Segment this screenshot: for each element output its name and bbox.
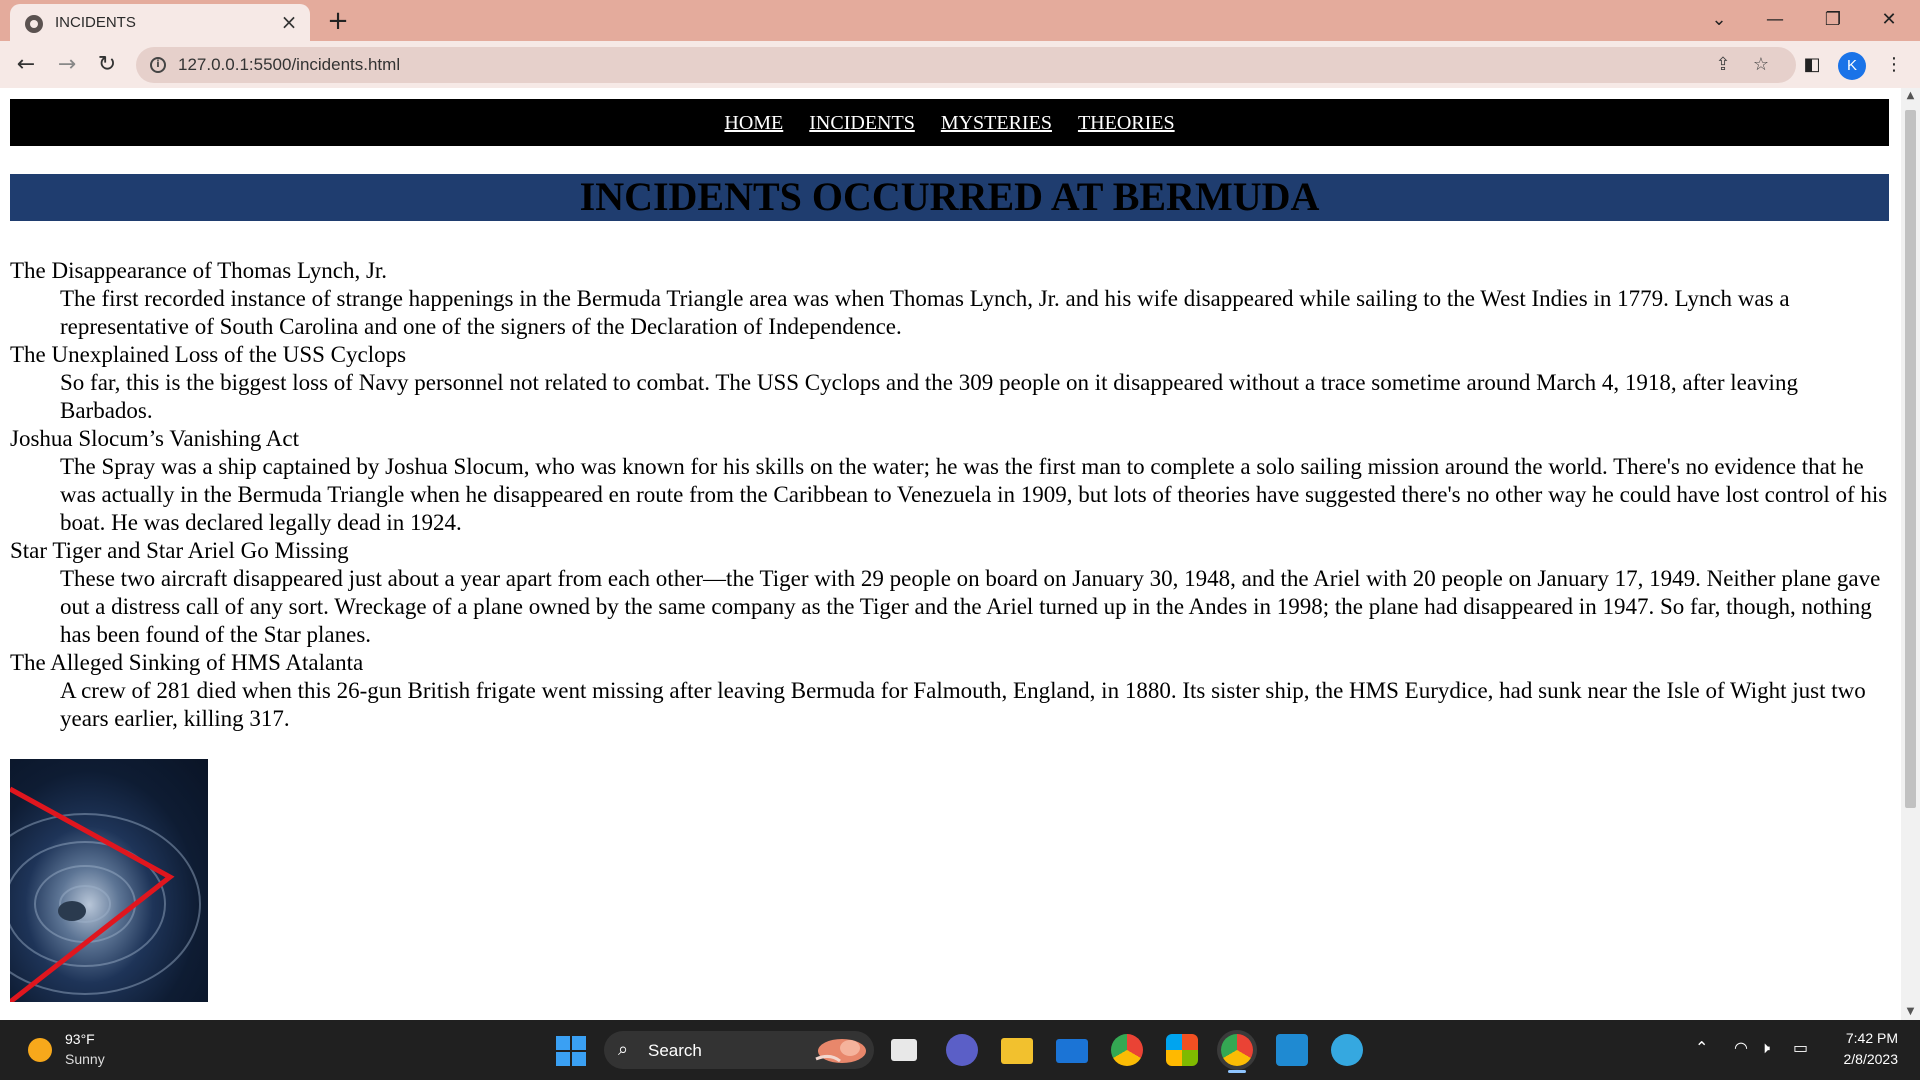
new-tab-button[interactable]: + <box>323 6 353 36</box>
forward-button[interactable]: → <box>51 49 83 81</box>
mail-icon[interactable] <box>1056 1039 1088 1063</box>
active-app-indicator <box>1228 1070 1246 1073</box>
search-highlight-icon <box>815 1039 866 1063</box>
incident-list: The Disappearance of Thomas Lynch, Jr. T… <box>10 257 1889 733</box>
share-icon[interactable]: ⇪ <box>1712 54 1734 76</box>
incident-description: These two aircraft disappeared just abou… <box>60 566 1881 647</box>
browser-tab-incidents[interactable]: INCIDENTS × <box>10 4 310 41</box>
teams-chat-icon[interactable] <box>946 1034 978 1066</box>
wifi-icon[interactable]: ◠ <box>1734 1038 1748 1057</box>
show-hidden-icons-icon[interactable]: ⌃ <box>1695 1038 1708 1057</box>
incident-description: The Spray was a ship captained by Joshua… <box>60 454 1888 535</box>
page-viewport: HOME INCIDENTS MYSTERIES THEORIES INCIDE… <box>0 88 1901 1020</box>
profile-avatar[interactable]: K <box>1838 52 1866 80</box>
side-panel-icon[interactable]: ◧ <box>1800 53 1824 77</box>
vscode-icon[interactable] <box>1276 1034 1308 1066</box>
tab-title: INCIDENTS <box>55 14 136 31</box>
nav-link-incidents[interactable]: INCIDENTS <box>809 112 915 134</box>
minimize-button[interactable]: — <box>1752 4 1798 36</box>
tab-strip: INCIDENTS × + ⌄ — ❐ ✕ <box>0 0 1920 41</box>
incident-description: The first recorded instance of strange h… <box>60 286 1790 339</box>
search-icon: ⌕ <box>618 1039 629 1060</box>
chrome-icon[interactable] <box>1111 1034 1143 1066</box>
incident-title: Star Tiger and Star Ariel Go Missing <box>10 538 349 563</box>
browser-menu-icon[interactable]: ⋮ <box>1882 53 1906 77</box>
scroll-thumb[interactable] <box>1905 110 1916 808</box>
nav-link-mysteries[interactable]: MYSTERIES <box>941 112 1052 134</box>
weather-description: Sunny <box>65 1051 105 1067</box>
heading-banner: INCIDENTS OCCURRED AT BERMUDA <box>10 174 1889 221</box>
paint-icon[interactable] <box>1331 1034 1363 1066</box>
address-bar[interactable]: i 127.0.0.1:5500/incidents.html ⇪ ☆ <box>136 47 1796 83</box>
sun-icon <box>28 1038 52 1062</box>
bookmark-star-icon[interactable]: ☆ <box>1750 54 1772 76</box>
windows-start-icon[interactable] <box>556 1036 586 1066</box>
battery-icon[interactable]: ▭ <box>1793 1038 1808 1057</box>
task-view-icon[interactable] <box>891 1039 917 1061</box>
reload-button[interactable]: ↻ <box>91 49 123 81</box>
clock-time[interactable]: 7:42 PM <box>1838 1030 1898 1046</box>
volume-muted-icon[interactable]: 🕨 <box>1760 1038 1770 1058</box>
restore-button[interactable]: ❐ <box>1810 4 1856 36</box>
clock-date[interactable]: 2/8/2023 <box>1828 1051 1899 1067</box>
close-tab-icon[interactable]: × <box>278 11 300 33</box>
search-label: Search <box>648 1041 702 1060</box>
scroll-up-arrow-icon[interactable]: ▲ <box>1901 88 1920 104</box>
incident-description: So far, this is the biggest loss of Navy… <box>60 370 1798 423</box>
back-button[interactable]: ← <box>10 49 42 81</box>
site-nav: HOME INCIDENTS MYSTERIES THEORIES <box>10 99 1889 146</box>
bermuda-triangle-whirlpool-image <box>10 759 208 1002</box>
taskbar-search[interactable]: ⌕ Search <box>604 1031 874 1069</box>
page-scrollbar[interactable]: ▲ ▼ <box>1901 88 1920 1020</box>
incident-title: The Disappearance of Thomas Lynch, Jr. <box>10 258 388 283</box>
globe-icon <box>25 15 43 33</box>
file-explorer-icon[interactable] <box>1001 1038 1033 1064</box>
incident-title: Joshua Slocum’s Vanishing Act <box>10 426 300 451</box>
incident-title: The Alleged Sinking of HMS Atalanta <box>10 650 364 675</box>
microsoft-store-icon[interactable] <box>1166 1034 1198 1066</box>
weather-temperature: 93°F <box>65 1031 95 1047</box>
nav-link-home[interactable]: HOME <box>724 112 783 134</box>
scroll-down-arrow-icon[interactable]: ▼ <box>1901 1004 1920 1020</box>
window-close-button[interactable]: ✕ <box>1866 4 1912 36</box>
windows-taskbar: 93°F Sunny ⌕ Search ⌃ ◠ 🕨 ▭ 7:42 PM 2/8/… <box>0 1020 1920 1080</box>
nav-link-theories[interactable]: THEORIES <box>1078 112 1175 134</box>
chrome-profile-icon[interactable] <box>1221 1034 1253 1066</box>
page-title: INCIDENTS OCCURRED AT BERMUDA <box>579 174 1320 219</box>
url-text[interactable]: 127.0.0.1:5500/incidents.html <box>178 55 400 75</box>
site-info-icon[interactable]: i <box>150 57 166 73</box>
incident-description: A crew of 281 died when this 26-gun Brit… <box>60 678 1866 731</box>
incident-title: The Unexplained Loss of the USS Cyclops <box>10 342 407 367</box>
tab-search-chevron-icon[interactable]: ⌄ <box>1696 4 1742 36</box>
browser-toolbar: ← → ↻ i 127.0.0.1:5500/incidents.html ⇪ … <box>0 41 1920 88</box>
